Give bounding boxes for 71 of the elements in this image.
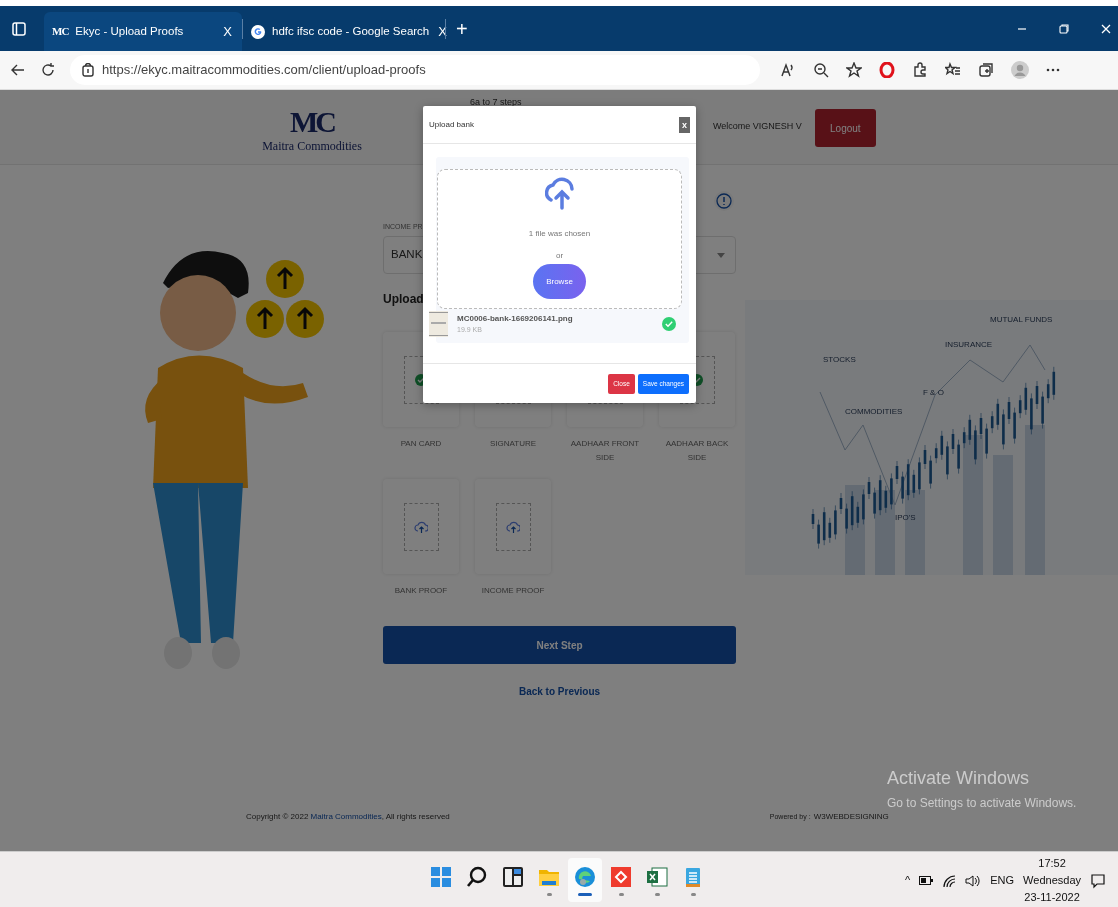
chart-label: INSURANCE: [945, 340, 993, 349]
chart-label: F & O: [923, 388, 944, 397]
next-step-button[interactable]: Next Step: [383, 626, 736, 664]
back-arrow-icon[interactable]: [10, 62, 26, 78]
upload-status-text: 1 file was chosen: [528, 228, 591, 240]
company-link[interactable]: Maitra Commodities: [310, 812, 382, 821]
widgets-icon: [501, 864, 525, 889]
opera-icon[interactable]: [879, 62, 895, 78]
document-label: BANK PROOF: [393, 585, 449, 597]
new-tab-button[interactable]: +: [454, 13, 470, 44]
back-link[interactable]: Back to Previous: [518, 686, 601, 697]
taskbar-app[interactable]: [568, 858, 602, 902]
tray-chevron[interactable]: ^: [905, 872, 911, 889]
powered-by-text: W3WEBDESIGNING: [813, 811, 889, 823]
spreadsheet-icon: [645, 864, 669, 889]
info-icon: [713, 190, 735, 212]
favorite-star-icon[interactable]: [846, 62, 862, 78]
drop-zone[interactable]: 1 file was chosen or Browse: [437, 169, 682, 309]
info-icon: [82, 63, 94, 77]
refresh-icon[interactable]: [40, 62, 56, 78]
chart-label: MUTUAL FUNDS: [990, 315, 1053, 324]
notification-icon[interactable]: [1090, 872, 1106, 889]
document-label: AADHAAR FRONT SIDE: [569, 438, 641, 464]
battery-icon[interactable]: [919, 876, 934, 885]
file-thumbnail: [429, 311, 448, 337]
cloud-upload-icon: [544, 176, 575, 210]
favicon-logo: MC: [52, 24, 69, 40]
favorites-list-icon[interactable]: [945, 62, 961, 78]
search-icon: [465, 864, 489, 889]
volume-icon[interactable]: [965, 873, 982, 888]
extensions-icon[interactable]: [912, 62, 928, 78]
file-name: MC0006-bank-1669206141.png: [457, 312, 574, 325]
caret-icon: [717, 252, 725, 258]
language-indicator[interactable]: ENG: [990, 872, 1015, 889]
read-aloud-icon[interactable]: [780, 62, 796, 78]
wifi-icon[interactable]: [942, 873, 957, 888]
profile-avatar-icon[interactable]: [1011, 61, 1029, 79]
dialog-close-button[interactable]: x: [679, 116, 690, 133]
restore-icon[interactable]: [1058, 22, 1070, 35]
section-heading: Upload: [383, 291, 424, 308]
close-icon[interactable]: [1100, 22, 1112, 35]
document-label: PAN CARD: [399, 438, 443, 450]
chart-label: IPO'S: [895, 513, 916, 522]
activation-title: Activate Windows: [887, 767, 1031, 790]
or-text: or: [555, 250, 564, 262]
collections-icon[interactable]: [978, 62, 994, 78]
remote-desktop-icon: [609, 864, 633, 889]
step-indicator: 6a to 7 steps: [470, 96, 523, 109]
activation-subtitle: Go to Settings to activate Windows.: [887, 795, 1077, 812]
zoom-icon[interactable]: [813, 62, 829, 78]
chart-label: COMMODITIES: [845, 407, 903, 416]
google-icon: [251, 24, 265, 39]
browser-icon: [573, 864, 597, 889]
logo-text: Maitra Commodities: [262, 138, 362, 155]
tab-actions-icon[interactable]: [12, 21, 26, 36]
tab-close-button[interactable]: X: [221, 21, 234, 42]
welcome-text: Welcome VIGNESH V: [713, 120, 802, 134]
logo-mark: MC: [290, 107, 334, 137]
more-icon[interactable]: [1046, 68, 1060, 72]
start-icon: [429, 864, 453, 889]
logout-button[interactable]: Logout: [814, 109, 876, 147]
document-label: AADHAAR BACK SIDE: [664, 438, 730, 464]
chart-label: STOCKS: [823, 355, 856, 364]
browse-button[interactable]: Browse: [533, 264, 586, 299]
document-label: SIGNATURE: [488, 438, 538, 450]
copyright-text: Copyright © 2022 Maitra Commodities, All rights reserved: [246, 811, 450, 823]
document-label: INCOME PROOF: [480, 585, 546, 597]
address-bar[interactable]: https://ekyc.maitracommodities.com/client/upload-proofs: [70, 55, 760, 85]
browser-tab[interactable]: MC Ekyc - Upload Proofs X: [44, 12, 242, 51]
dialog-title: Upload bank: [429, 118, 474, 131]
clock[interactable]: 17:52 Wednesday 23-11-2022: [1023, 855, 1081, 906]
